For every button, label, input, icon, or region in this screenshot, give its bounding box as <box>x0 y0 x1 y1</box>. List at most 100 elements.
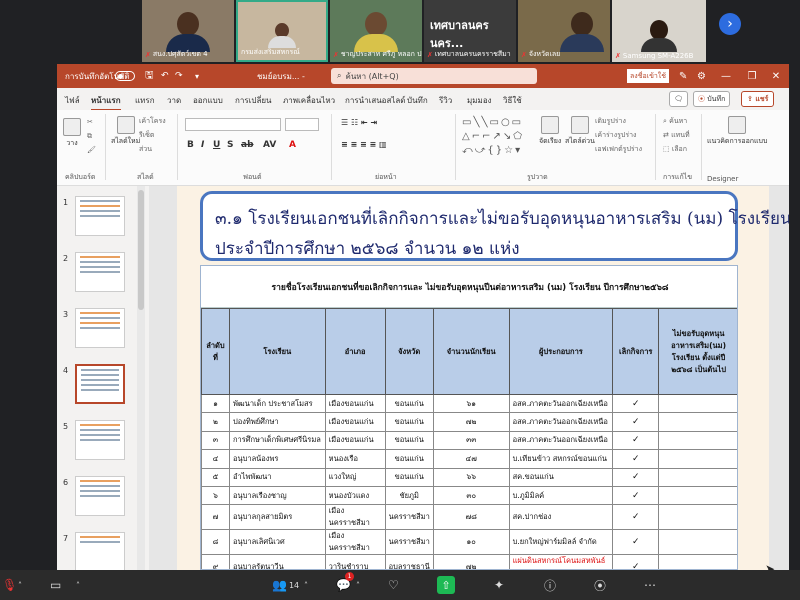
thumbnail-row[interactable]: 3 <box>57 308 149 360</box>
cell-students: ๖๑ <box>432 393 510 414</box>
participant-tile[interactable]: เทศบาลนครนคร... ✗ เทศบาลนครนครราชสีมา <box>424 0 516 62</box>
record-icon[interactable]: ⦿ <box>594 575 606 595</box>
shape-effects-button[interactable]: เอฟเฟกต์รูปร่าง <box>595 144 642 155</box>
bullets-icon[interactable]: ☰ ☷ ⇤ ⇥ <box>341 118 377 127</box>
record-button[interactable]: ⦿ บันทึก <box>693 91 731 107</box>
tab-design[interactable]: ออกแบบ <box>193 94 223 107</box>
reactions-icon[interactable]: ♡ <box>388 575 399 595</box>
cut-icon[interactable]: ✂ <box>87 118 93 126</box>
font-size-box[interactable] <box>285 118 319 131</box>
ai-sparkle-icon[interactable]: ✦ <box>494 575 504 595</box>
more-options-icon[interactable]: ⋯ <box>644 575 656 595</box>
tab-slideshow[interactable]: การนำเสนอสไลด์ <box>345 94 406 107</box>
replace-button[interactable]: ⇄ แทนที่ <box>663 130 690 141</box>
camera-icon[interactable]: ▭ <box>50 575 61 595</box>
arrange-button[interactable]: จัดเรียง <box>539 116 561 147</box>
tab-record[interactable]: บันทึก <box>407 94 428 107</box>
thumbnail-row[interactable]: 5 <box>57 420 149 472</box>
bold-icon[interactable]: B <box>187 140 194 150</box>
share-screen-icon[interactable]: ⇧ <box>437 576 455 594</box>
find-button[interactable]: ⌕ ค้นหา <box>663 116 687 127</box>
shapes-gallery[interactable]: ▭╲╲▭○▭ △⌐⌐↗↘⬠ ⤺⤻{}☆▾ <box>462 116 532 160</box>
layout-button[interactable]: เค้าโครง <box>139 116 166 127</box>
thumbnail-row[interactable]: 1 <box>57 196 149 248</box>
thumbnails-scrollbar[interactable] <box>137 186 145 570</box>
share-button[interactable]: ⇪ แชร์ <box>741 91 775 107</box>
pen-icon[interactable]: ✎ <box>679 64 687 88</box>
tab-help[interactable]: วิธีใช้ <box>503 94 522 107</box>
tab-animations[interactable]: ภาพเคลื่อนไหว <box>283 94 335 107</box>
save-icon[interactable]: 🖫 <box>145 64 154 88</box>
chat-button[interactable]: 💬 1 <box>336 572 354 595</box>
chevron-up-icon[interactable]: ˄ <box>356 575 360 595</box>
chevron-up-icon[interactable]: ˄ <box>76 575 80 595</box>
slide-thumbnail[interactable] <box>75 532 125 570</box>
slide-thumbnail[interactable] <box>75 252 125 292</box>
gear-icon[interactable]: ⚙ <box>697 64 706 88</box>
quick-styles-button[interactable]: สไตล์ด่วน <box>565 116 595 147</box>
redo-icon[interactable]: ↷ <box>175 64 183 88</box>
font-name-box[interactable] <box>185 118 281 131</box>
copy-icon[interactable]: ⧉ <box>87 132 92 141</box>
select-button[interactable]: ⬚ เลือก <box>663 144 687 155</box>
participant-tile[interactable]: ✗ จังหวัดเลย <box>518 0 610 62</box>
chevron-right-icon[interactable]: › <box>719 13 741 35</box>
thumbnail-row[interactable]: 7 <box>57 532 149 570</box>
font-color-icon[interactable]: A <box>289 140 296 150</box>
participant-name: Samsung SM-A226B <box>622 52 694 60</box>
tab-view[interactable]: มุมมอง <box>467 94 492 107</box>
slide-thumbnail[interactable] <box>75 308 125 348</box>
slide-canvas[interactable]: ๓.๑ โรงเรียนเอกชนที่เลิกกิจการและไม่ขอรั… <box>177 186 789 570</box>
tab-insert[interactable]: แทรก <box>135 94 155 107</box>
shadow-icon[interactable]: S <box>227 140 233 150</box>
minimize-icon[interactable]: — <box>713 64 739 88</box>
tab-home[interactable]: หน้าแรก <box>91 94 121 111</box>
slide-thumbnail-active[interactable] <box>75 364 125 404</box>
slide-thumbnail[interactable] <box>75 196 125 236</box>
participant-tile[interactable]: ✗ Samsung SM-A226B <box>612 0 706 62</box>
tab-review[interactable]: รีวิว <box>439 94 452 107</box>
participant-tile[interactable]: ✗ชาญประสาท ศรีภู หลอก ปศุสัตว์จัง... <box>330 0 422 62</box>
underline-icon[interactable]: U <box>213 140 220 150</box>
slide-title[interactable]: ๓.๑ โรงเรียนเอกชนที่เลิกกิจการและไม่ขอรั… <box>200 191 789 261</box>
mic-off-icon[interactable]: 🎙 <box>2 575 17 595</box>
new-slide-button[interactable]: สไลด์ใหม่ <box>111 116 140 147</box>
chevron-up-icon[interactable]: ˄ <box>304 575 308 595</box>
align-icon[interactable]: ≡ ≡ ≡ ≡ ▥ <box>341 140 387 149</box>
reset-button[interactable]: รีเซ็ต <box>139 130 154 141</box>
cell-province: ชัยภูมิ <box>384 485 434 506</box>
customize-toolbar-icon[interactable]: ▾ <box>195 64 199 88</box>
participants-button[interactable]: 👥 14 <box>272 575 299 595</box>
format-painter-icon[interactable]: 🖌 <box>87 146 96 154</box>
paste-button[interactable]: วาง <box>63 118 81 149</box>
design-ideas-button[interactable]: แนวคิดการออกแบบ <box>707 116 767 147</box>
autosave-toggle[interactable] <box>115 71 135 81</box>
school-table[interactable]: รายชื่อโรงเรียนเอกชนที่ขอเลิกกิจการและ ไ… <box>200 265 738 570</box>
file-name[interactable]: ชมย์อบรม... - <box>257 64 305 88</box>
close-icon[interactable]: ✕ <box>763 64 789 88</box>
chevron-up-icon[interactable]: ˄ <box>18 575 22 595</box>
info-icon[interactable]: ⓘ <box>544 575 556 595</box>
strikethrough-icon[interactable]: ab <box>241 140 254 150</box>
shape-fill-button[interactable]: เติมรูปร่าง <box>595 116 626 127</box>
section-button[interactable]: ส่วน <box>139 144 152 155</box>
participant-tile[interactable]: ✗ สนง.ปศุสัตว์เขต 4 <box>142 0 234 62</box>
signin-button[interactable]: ลงชื่อเข้าใช้ <box>627 69 669 83</box>
tab-file[interactable]: ไฟล์ <box>65 94 80 107</box>
comments-button[interactable]: 🗨 <box>669 91 688 107</box>
thumbnail-row[interactable]: 2 <box>57 252 149 304</box>
search-box[interactable]: ⌕ ค้นหา (Alt+Q) <box>331 68 537 84</box>
undo-icon[interactable]: ↶ <box>161 64 169 88</box>
participant-tile[interactable]: กรมส่งเสริมสหกรณ์ <box>236 0 328 62</box>
restore-icon[interactable]: ❐ <box>739 64 765 88</box>
slide-thumbnail[interactable] <box>75 476 125 516</box>
italic-icon[interactable]: I <box>201 140 204 150</box>
cell-operator: บ.เทียนข้าว สหกรณ์ขอนแก่น <box>508 449 614 469</box>
thumbnail-row[interactable]: 6 <box>57 476 149 528</box>
tab-transitions[interactable]: การเปลี่ยน <box>235 94 272 107</box>
shape-outline-button[interactable]: เค้าร่างรูปร่าง <box>595 130 636 141</box>
thumbnail-row[interactable]: 4 <box>57 364 149 416</box>
tab-draw[interactable]: วาด <box>167 94 181 107</box>
char-spacing-icon[interactable]: AV <box>263 140 276 150</box>
slide-thumbnail[interactable] <box>75 420 125 460</box>
